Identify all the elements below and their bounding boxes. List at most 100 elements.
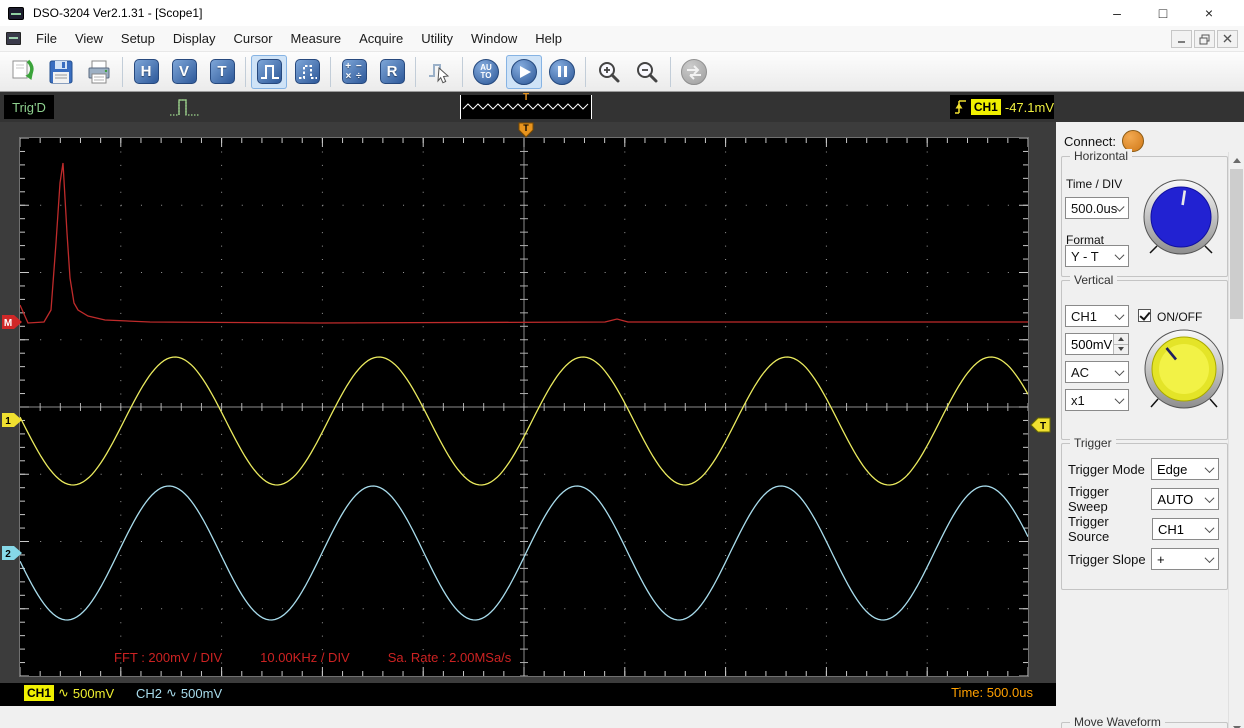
mdi-restore-button[interactable] [1194,30,1215,48]
trigger-level-value: -47.1mV [1004,99,1054,115]
menu-window[interactable]: Window [462,27,526,51]
trigger-readout: CH1 -47.1mV [950,95,1054,119]
mdi-close-button[interactable] [1217,30,1238,48]
trig-status: Trig'D [4,95,54,119]
ch2-readout: CH2 ∿ 500mV [136,685,222,701]
toolbar-separator [122,56,123,87]
fft-zero-marker[interactable]: M [1,314,23,335]
ch2-zero-marker[interactable]: 2 [1,545,23,566]
trigger-sweep-label: Trigger Sweep [1068,484,1109,514]
zoom-in-button[interactable] [591,55,627,89]
preview-trigger-marker: T [522,92,530,103]
time-div-label: Time / DIV [1066,177,1123,191]
menu-view[interactable]: View [66,27,112,51]
coupling-select[interactable]: AC [1065,361,1129,383]
minimize-button[interactable]: – [1094,0,1140,26]
menu-display[interactable]: Display [164,27,225,51]
horizontal-knob[interactable] [1140,177,1222,266]
svg-text:M: M [4,318,12,329]
time-div-select[interactable]: 500.0us [1065,197,1129,219]
format-select[interactable]: Y - T [1065,245,1129,267]
horizontal-group: Horizontal Time / DIV 500.0us Format Y -… [1061,149,1228,277]
vertical-knob[interactable] [1142,327,1226,420]
waveform-preview[interactable]: T [460,92,592,119]
trigger-level-marker[interactable]: T [1030,417,1051,438]
autoset-button[interactable]: AU TO [468,55,504,89]
chevron-down-icon [1204,522,1215,533]
spin-up-button[interactable] [1114,334,1128,344]
panel-scrollbar[interactable] [1228,152,1244,728]
scroll-down-button[interactable] [1229,720,1244,728]
trigger-setup-button[interactable]: T [204,55,240,89]
trigger-sweep-select[interactable]: AUTO [1151,488,1219,510]
ch1-coupling-icon: ∿ [58,685,69,700]
trigger-source-select[interactable]: CH1 [1151,518,1219,540]
control-panel: Connect: Horizontal Time / DIV 500.0us F… [1056,122,1244,728]
channel-onoff-checkbox[interactable] [1138,309,1151,322]
pulse-reference-button[interactable] [289,55,325,89]
menu-setup[interactable]: Setup [112,27,164,51]
h-icon: H [133,59,159,84]
chevron-down-icon [1114,393,1125,404]
trigger-mode-select[interactable]: Edge [1151,458,1219,480]
play-icon [520,65,531,78]
zoom-out-button[interactable] [629,55,665,89]
vertical-channel-select[interactable]: CH1 [1065,305,1129,327]
waveform-layer [20,162,1028,621]
print-button[interactable] [81,55,117,89]
zoom-out-icon [637,61,658,82]
scope-column: FFT : 200mV / DIV 10.00KHz / DIV Sa. Rate … [0,122,1056,728]
maximize-button[interactable]: □ [1140,0,1186,26]
probe-select[interactable]: x1 [1065,389,1129,411]
main-content: FFT : 200mV / DIV 10.00KHz / DIV Sa. Rate … [0,122,1244,728]
time-readout: Time: 500.0us [951,685,1033,700]
trigger-group: Trigger Trigger Mode Edge Trigger Sweep … [1061,436,1228,590]
menu-cursor[interactable]: Cursor [225,27,282,51]
volts-div-spinner[interactable]: 500mV [1065,333,1129,355]
trace-ch1 [20,356,1028,486]
rising-edge-icon [955,100,966,114]
trigger-position-marker[interactable]: T [517,122,535,143]
menu-utility[interactable]: Utility [412,27,462,51]
trace-ch2 [20,485,1028,621]
r-icon: R [379,59,405,84]
scroll-up-button[interactable] [1229,152,1244,168]
vertical-group: Vertical CH1 ON/OFF 500mV AC x1 [1061,273,1228,440]
run-button[interactable] [506,54,542,89]
scroll-thumb[interactable] [1230,169,1243,319]
scope-plot[interactable]: FFT : 200mV / DIV 10.00KHz / DIV Sa. Rate … [19,137,1029,677]
window-title: DSO-3204 Ver2.1.31 - [Scope1] [33,6,203,20]
menu-measure[interactable]: Measure [282,27,351,51]
vertical-group-title: Vertical [1070,273,1118,287]
move-waveform-title: Move Waveform [1070,715,1165,728]
cursor-measure-button[interactable] [421,55,457,89]
menu-help[interactable]: Help [526,27,571,51]
vertical-setup-button[interactable]: V [166,55,202,89]
swap-button[interactable] [676,55,712,89]
menu-acquire[interactable]: Acquire [350,27,412,51]
close-button[interactable]: × [1186,0,1232,26]
toolbar-separator [670,56,671,87]
zoom-in-icon [599,61,620,82]
open-button[interactable] [5,55,41,89]
trigger-mode-label: Trigger Mode [1068,461,1145,477]
chevron-down-icon [1204,462,1215,473]
mdi-minimize-button[interactable] [1171,30,1192,48]
save-button[interactable] [43,55,79,89]
math-button[interactable]: + − × ÷ [336,55,372,89]
trigger-group-title: Trigger [1070,436,1116,450]
trigger-channel-badge: CH1 [970,99,1001,115]
ch1-zero-marker[interactable]: 1 [1,412,23,433]
pulse-icon [260,64,279,79]
trigger-slope-select[interactable]: + [1151,548,1219,570]
pause-button[interactable] [544,55,580,89]
svg-text:1: 1 [5,416,11,427]
horizontal-setup-button[interactable]: H [128,55,164,89]
reference-button[interactable]: R [374,55,410,89]
menu-file[interactable]: File [27,27,66,51]
spin-down-button[interactable] [1114,343,1128,354]
v-icon: V [171,59,197,84]
ch1-scale: 500mV [72,685,115,701]
pulse-normal-button[interactable] [251,54,287,89]
fft-scale: FFT : 200mV / DIV [114,650,223,665]
